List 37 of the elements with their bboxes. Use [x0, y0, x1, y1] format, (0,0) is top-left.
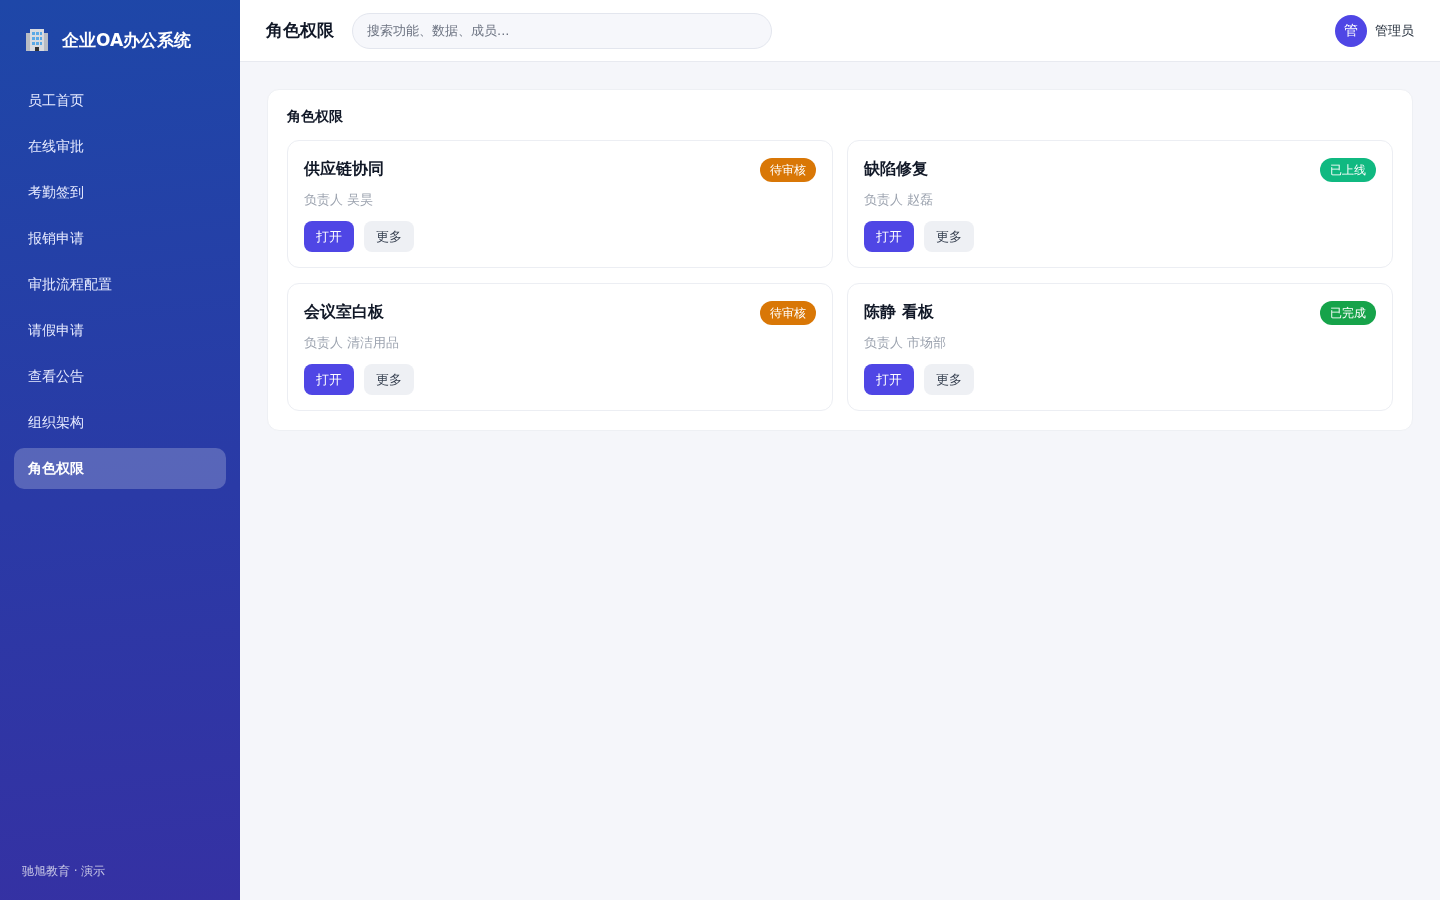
sidebar-item[interactable]: 请假申请 — [14, 310, 226, 351]
more-button[interactable]: 更多 — [924, 364, 974, 395]
sidebar-item[interactable]: 考勤签到 — [14, 172, 226, 213]
more-button[interactable]: 更多 — [364, 221, 414, 252]
owner-text: 负责人 赵磊 — [864, 191, 934, 209]
card-title: 供应链协同 — [304, 159, 384, 180]
sidebar-item[interactable]: 查看公告 — [14, 356, 226, 397]
panel-title: 角色权限 — [287, 108, 343, 126]
sidebar-item[interactable]: 员工首页 — [14, 80, 226, 121]
status-badge: 已完成 — [1320, 300, 1376, 325]
owner-text: 负责人 市场部 — [864, 334, 947, 352]
open-button[interactable]: 打开 — [864, 364, 914, 395]
more-button[interactable]: 更多 — [364, 364, 414, 395]
office-building-icon — [26, 29, 48, 51]
sidebar-item[interactable]: 在线审批 — [14, 126, 226, 167]
owner-text: 负责人 吴昊 — [304, 191, 374, 209]
page-title: 角色权限 — [266, 19, 334, 42]
status-badge: 待审核 — [760, 157, 816, 182]
footer-text: 驰旭教育 · 演示 — [21, 863, 106, 880]
user-name: 管理员 — [1375, 21, 1414, 40]
owner-text: 负责人 清洁用品 — [304, 334, 400, 352]
open-button[interactable]: 打开 — [304, 221, 354, 252]
user-avatar[interactable]: 管 — [1335, 14, 1367, 47]
sidebar-item[interactable]: 组织架构 — [14, 402, 226, 443]
app-title: 企业OA办公系统 — [62, 28, 192, 52]
card-title: 陈静 看板 — [864, 302, 934, 323]
sidebar-item[interactable]: 角色权限 — [14, 448, 226, 489]
open-button[interactable]: 打开 — [864, 221, 914, 252]
status-badge: 已上线 — [1320, 157, 1376, 182]
more-button[interactable]: 更多 — [924, 221, 974, 252]
card-title: 缺陷修复 — [864, 159, 928, 180]
status-badge: 待审核 — [760, 300, 816, 325]
search-field[interactable]: 搜索功能、数据、成员... — [352, 12, 772, 49]
sidebar-item[interactable]: 报销申请 — [14, 218, 226, 259]
sidebar-item[interactable]: 审批流程配置 — [14, 264, 226, 305]
card-title: 会议室白板 — [304, 302, 384, 323]
open-button[interactable]: 打开 — [304, 364, 354, 395]
